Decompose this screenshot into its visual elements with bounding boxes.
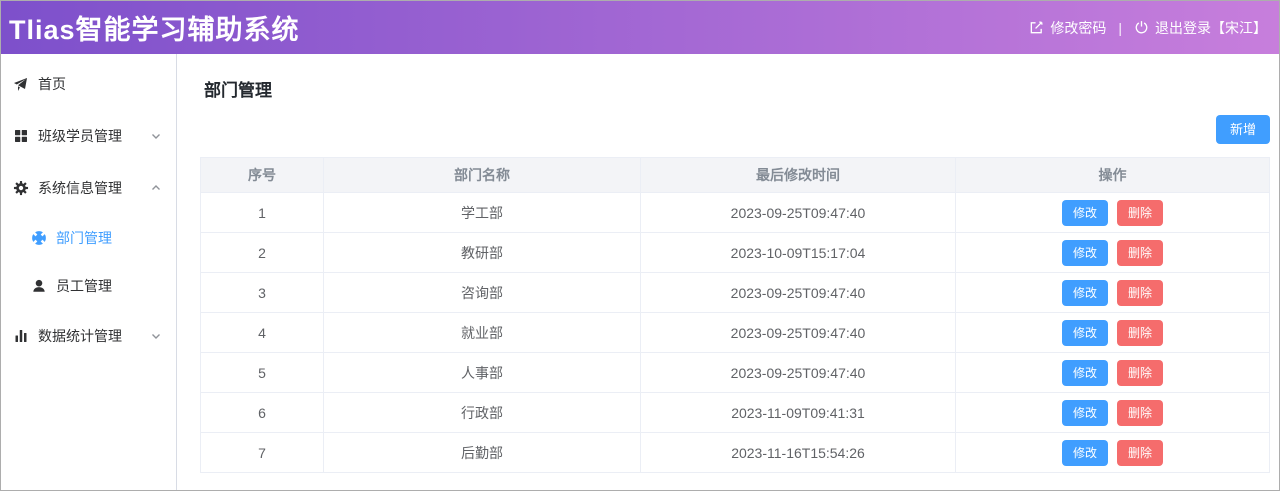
cell-operations: 修改 删除 — [956, 193, 1270, 233]
edit-button[interactable]: 修改 — [1062, 440, 1108, 466]
edit-button[interactable]: 修改 — [1062, 200, 1108, 226]
table-row: 6 行政部 2023-11-09T09:41:31 修改 删除 — [201, 393, 1270, 433]
cell-operations: 修改 删除 — [956, 393, 1270, 433]
edit-button[interactable]: 修改 — [1062, 320, 1108, 346]
cell-time: 2023-11-16T15:54:26 — [641, 433, 956, 473]
body-wrap: 首页 班级学员管理 — [1, 54, 1279, 490]
delete-button[interactable]: 删除 — [1117, 360, 1163, 386]
sidebar-item-label: 首页 — [38, 74, 162, 94]
edit-button[interactable]: 修改 — [1062, 240, 1108, 266]
sidebar-item-dept-mgmt[interactable]: 部门管理 — [1, 214, 176, 262]
main-content: 部门管理 新增 序号 部门名称 最后修改时间 操作 1 学工部 2023-09-… — [177, 54, 1279, 490]
table-row: 7 后勤部 2023-11-16T15:54:26 修改 删除 — [201, 433, 1270, 473]
column-header-no: 序号 — [201, 158, 324, 193]
table-row: 3 咨询部 2023-09-25T09:47:40 修改 删除 — [201, 273, 1270, 313]
top-header: Tlias智能学习辅助系统 修改密码 | — [1, 1, 1279, 54]
app-window: Tlias智能学习辅助系统 修改密码 | — [0, 0, 1280, 491]
chevron-down-icon — [150, 330, 162, 342]
column-header-time: 最后修改时间 — [641, 158, 956, 193]
user-icon — [31, 278, 47, 294]
cell-no: 2 — [201, 233, 324, 273]
delete-button[interactable]: 删除 — [1117, 200, 1163, 226]
sidebar-item-employee-mgmt[interactable]: 员工管理 — [1, 262, 176, 310]
cell-time: 2023-11-09T09:41:31 — [641, 393, 956, 433]
cell-operations: 修改 删除 — [956, 433, 1270, 473]
cell-operations: 修改 删除 — [956, 313, 1270, 353]
header-actions: 修改密码 | 退出登录【宋江】 — [1029, 18, 1267, 38]
logout-label: 退出登录【宋江】 — [1155, 18, 1267, 38]
grid-icon — [13, 128, 29, 144]
delete-button[interactable]: 删除 — [1117, 440, 1163, 466]
cell-no: 1 — [201, 193, 324, 233]
delete-button[interactable]: 删除 — [1117, 400, 1163, 426]
sidebar-item-label: 员工管理 — [56, 276, 112, 296]
cell-name: 行政部 — [324, 393, 641, 433]
cell-time: 2023-10-09T15:17:04 — [641, 233, 956, 273]
sidebar-nav: 首页 班级学员管理 — [1, 54, 177, 490]
cell-no: 4 — [201, 313, 324, 353]
cell-name: 后勤部 — [324, 433, 641, 473]
cell-time: 2023-09-25T09:47:40 — [641, 313, 956, 353]
cell-operations: 修改 删除 — [956, 233, 1270, 273]
toolbar: 新增 — [200, 115, 1270, 144]
table-row: 5 人事部 2023-09-25T09:47:40 修改 删除 — [201, 353, 1270, 393]
column-header-name: 部门名称 — [324, 158, 641, 193]
change-password-link[interactable]: 修改密码 — [1029, 18, 1106, 38]
change-password-label: 修改密码 — [1050, 18, 1106, 38]
help-filled-icon — [31, 230, 47, 246]
column-header-ops: 操作 — [956, 158, 1270, 193]
sidebar-item-label: 部门管理 — [56, 228, 112, 248]
department-table: 序号 部门名称 最后修改时间 操作 1 学工部 2023-09-25T09:47… — [200, 157, 1270, 473]
gear-icon — [13, 180, 29, 196]
cell-time: 2023-09-25T09:47:40 — [641, 273, 956, 313]
edit-button[interactable]: 修改 — [1062, 360, 1108, 386]
sidebar-item-data-statistics-mgmt[interactable]: 数据统计管理 — [1, 310, 176, 362]
edit-button[interactable]: 修改 — [1062, 400, 1108, 426]
table-row: 1 学工部 2023-09-25T09:47:40 修改 删除 — [201, 193, 1270, 233]
edit-button[interactable]: 修改 — [1062, 280, 1108, 306]
sidebar-item-label: 班级学员管理 — [38, 126, 141, 146]
cell-name: 学工部 — [324, 193, 641, 233]
sidebar-item-system-info-mgmt[interactable]: 系统信息管理 — [1, 162, 176, 214]
cell-no: 3 — [201, 273, 324, 313]
cell-time: 2023-09-25T09:47:40 — [641, 193, 956, 233]
add-button[interactable]: 新增 — [1216, 115, 1270, 144]
table-row: 4 就业部 2023-09-25T09:47:40 修改 删除 — [201, 313, 1270, 353]
sidebar-item-class-student-mgmt[interactable]: 班级学员管理 — [1, 110, 176, 162]
delete-button[interactable]: 删除 — [1117, 320, 1163, 346]
sidebar-item-label: 系统信息管理 — [38, 178, 141, 198]
delete-button[interactable]: 删除 — [1117, 240, 1163, 266]
table-body: 1 学工部 2023-09-25T09:47:40 修改 删除 2 教研部 20… — [201, 193, 1270, 473]
edit-pen-icon — [1029, 20, 1044, 35]
table-header-row: 序号 部门名称 最后修改时间 操作 — [201, 158, 1270, 193]
chevron-down-icon — [150, 130, 162, 142]
cell-operations: 修改 删除 — [956, 353, 1270, 393]
cell-name: 就业部 — [324, 313, 641, 353]
delete-button[interactable]: 删除 — [1117, 280, 1163, 306]
sidebar-item-home[interactable]: 首页 — [1, 58, 176, 110]
chevron-up-icon — [150, 182, 162, 194]
app-title: Tlias智能学习辅助系统 — [9, 8, 300, 47]
cell-name: 咨询部 — [324, 273, 641, 313]
power-icon — [1134, 20, 1149, 35]
cell-no: 5 — [201, 353, 324, 393]
cell-no: 7 — [201, 433, 324, 473]
cell-name: 人事部 — [324, 353, 641, 393]
page-title: 部门管理 — [200, 76, 1270, 101]
cell-name: 教研部 — [324, 233, 641, 273]
cell-time: 2023-09-25T09:47:40 — [641, 353, 956, 393]
table-row: 2 教研部 2023-10-09T15:17:04 修改 删除 — [201, 233, 1270, 273]
cell-operations: 修改 删除 — [956, 273, 1270, 313]
cell-no: 6 — [201, 393, 324, 433]
sidebar-item-label: 数据统计管理 — [38, 326, 141, 346]
header-separator: | — [1118, 20, 1122, 36]
logout-link[interactable]: 退出登录【宋江】 — [1134, 18, 1267, 38]
histogram-icon — [13, 328, 29, 344]
paper-plane-icon — [13, 76, 29, 92]
